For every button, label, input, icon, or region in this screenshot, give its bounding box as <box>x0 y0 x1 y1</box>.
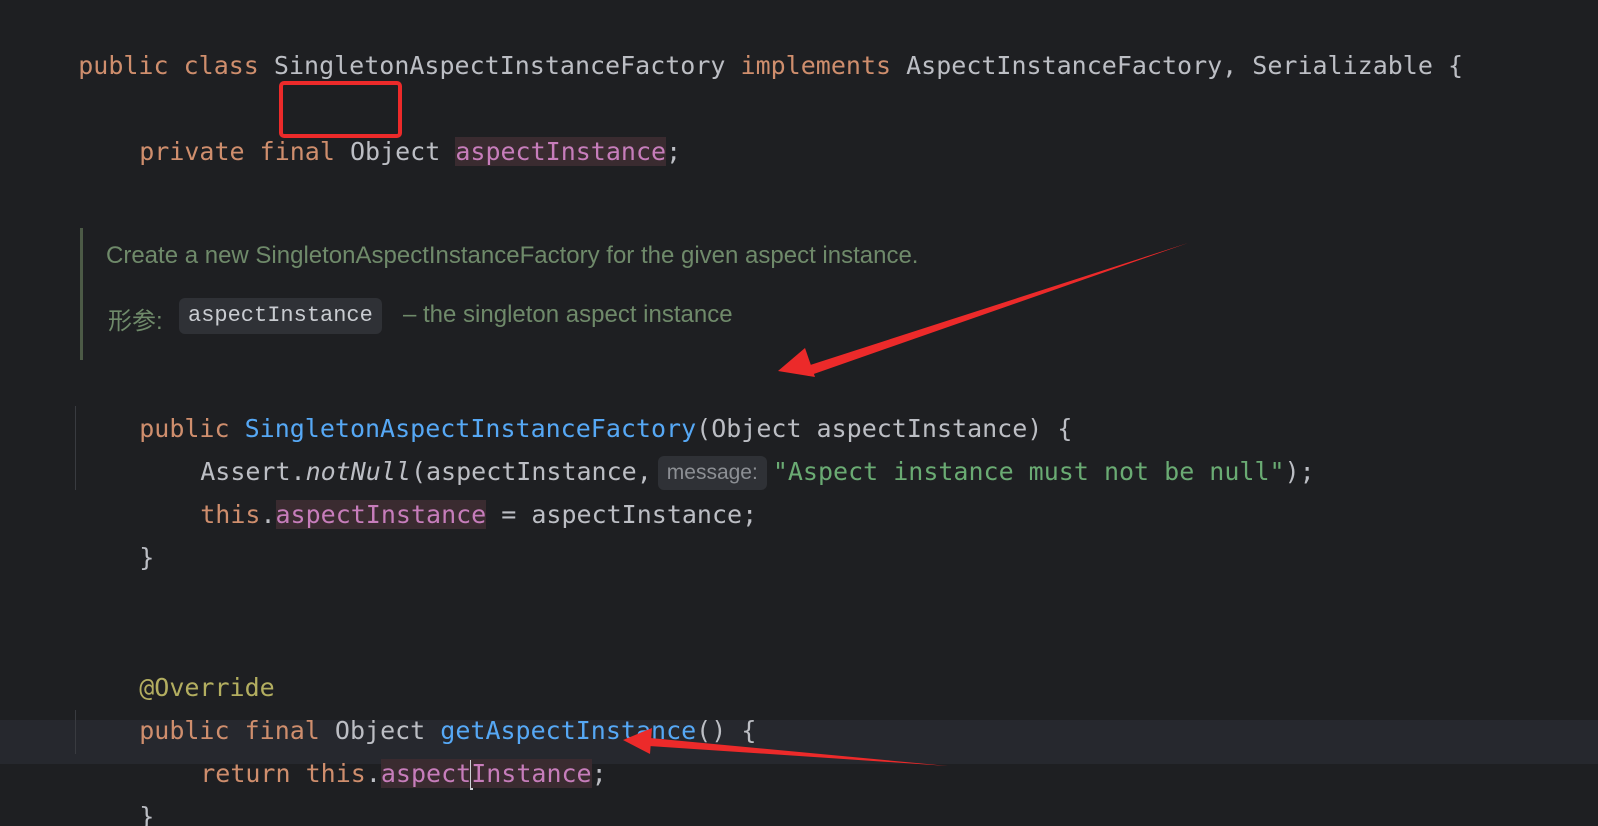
close-brace: } <box>139 802 155 826</box>
code-line-assignment[interactable]: this.aspectInstance = aspectInstance; <box>140 449 757 529</box>
code-line-constructor-declaration[interactable]: public SingletonAspectInstanceFactory(Ob… <box>79 363 1072 443</box>
keyword-this: this <box>200 500 261 529</box>
code-line-close-brace[interactable]: } <box>79 751 154 826</box>
dot: . <box>260 500 276 529</box>
keyword-this: this <box>305 759 366 788</box>
keyword-class: class <box>183 51 259 80</box>
indent-guide <box>75 406 76 490</box>
field-reference[interactable]: aspectInstance <box>275 500 487 529</box>
annotation-highlight-box <box>279 81 402 138</box>
indent-guide <box>75 710 76 754</box>
code-line-class-declaration[interactable]: public class SingletonAspectInstanceFact… <box>18 0 1463 80</box>
interface-list[interactable]: AspectInstanceFactory, Serializable { <box>906 51 1463 80</box>
field-type[interactable]: Object <box>350 137 440 166</box>
keyword-final: final <box>259 137 335 166</box>
field-reference-part2[interactable]: Instance <box>471 759 592 788</box>
code-line-close-brace[interactable]: } <box>79 492 154 572</box>
class-name[interactable]: SingletonAspectInstanceFactory <box>274 51 726 80</box>
javadoc-param-label: 形参: <box>108 308 163 335</box>
keyword-private: private <box>139 137 245 166</box>
code-line-return[interactable]: return this.aspectInstance; <box>140 708 607 790</box>
code-line-getter-declaration[interactable]: public final Object getAspectInstance() … <box>79 665 756 745</box>
close-brace: } <box>139 543 155 572</box>
dot: . <box>365 759 381 788</box>
code-line-annotation[interactable]: @Override <box>79 622 274 702</box>
keyword-implements: implements <box>740 51 892 80</box>
javadoc-param-description: – the singleton aspect instance <box>403 301 733 328</box>
keyword-public: public <box>78 51 169 80</box>
assignment-rest[interactable]: = aspectInstance; <box>486 500 757 529</box>
string-literal[interactable]: "Aspect instance must not be null" <box>773 457 1285 486</box>
field-reference-part1[interactable]: aspect <box>380 759 472 788</box>
field-name[interactable]: aspectInstance <box>455 137 667 166</box>
code-line-assert[interactable]: Assert.notNull(aspectInstance, message: "A… <box>140 406 1315 490</box>
javadoc-summary: Create a new SingletonAspectInstanceFact… <box>106 242 919 269</box>
javadoc-param-name: aspectInstance <box>179 298 382 334</box>
keyword-return: return <box>200 759 291 788</box>
semicolon: ; <box>591 759 607 788</box>
semicolon: ; <box>666 137 682 166</box>
method-signature-rest: () { <box>696 716 757 745</box>
code-editor[interactable]: public class SingletonAspectInstanceFact… <box>0 0 1598 826</box>
statement-end: ); <box>1284 457 1315 486</box>
